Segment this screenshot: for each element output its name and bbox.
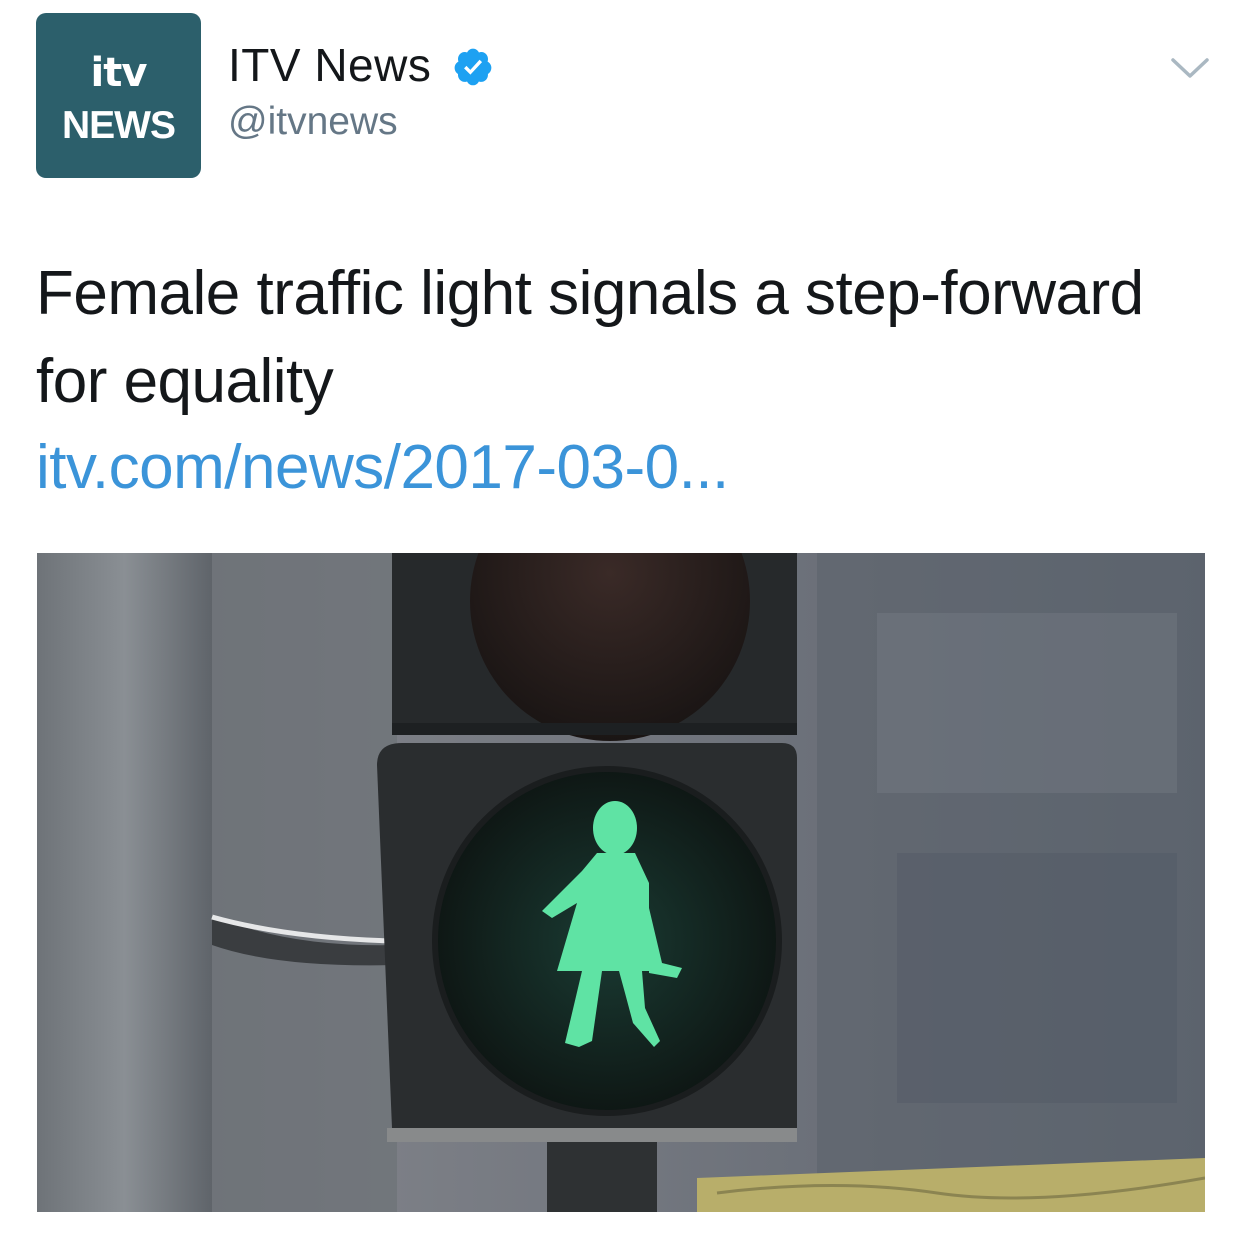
verified-badge-icon bbox=[454, 48, 492, 86]
tweet-text: Female traffic light signals a step-forw… bbox=[36, 259, 1144, 416]
tweet-link[interactable]: itv.com/news/2017-03-0... bbox=[36, 432, 729, 503]
avatar[interactable]: itv NEWS bbox=[36, 13, 201, 178]
avatar-logo-itv: itv bbox=[90, 50, 148, 96]
traffic-light-photo bbox=[37, 553, 1205, 1212]
chevron-down-icon[interactable] bbox=[1170, 56, 1210, 80]
avatar-logo-news: NEWS bbox=[62, 104, 176, 147]
tweet-media-photo[interactable] bbox=[37, 553, 1205, 1212]
user-handle[interactable]: @itvnews bbox=[228, 100, 398, 144]
display-name[interactable]: ITV News bbox=[228, 40, 431, 91]
